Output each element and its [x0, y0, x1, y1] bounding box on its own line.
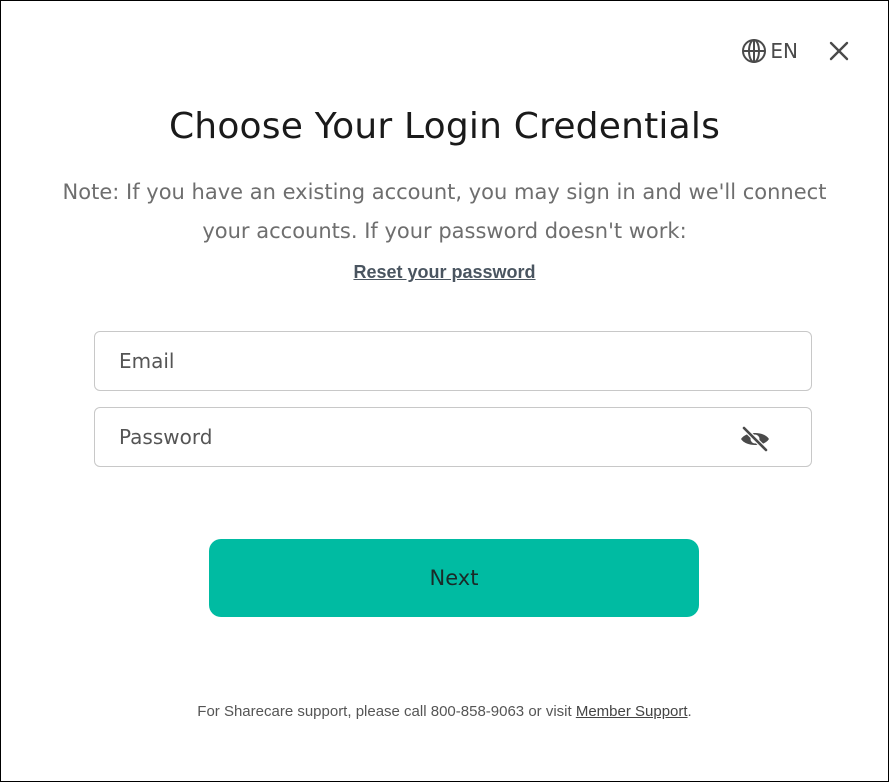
globe-icon	[741, 38, 767, 64]
support-text: For Sharecare support, please call 800-8…	[197, 703, 576, 720]
login-credentials-dialog: EN Choose Your Login Credentials Note: I…	[0, 0, 889, 782]
member-support-link[interactable]: Member Support	[576, 703, 688, 720]
reset-password-link[interactable]: Reset your password	[353, 262, 535, 282]
dialog-header-controls: EN	[741, 38, 850, 64]
support-text-end: .	[687, 703, 692, 720]
email-field[interactable]	[95, 332, 811, 390]
language-selector[interactable]: EN	[741, 38, 798, 64]
password-field[interactable]	[95, 408, 811, 466]
reset-password-row: Reset your password	[1, 259, 888, 285]
page-title: Choose Your Login Credentials	[168, 106, 721, 147]
close-icon[interactable]	[828, 40, 850, 62]
support-footer: For Sharecare support, please call 800-8…	[1, 701, 888, 723]
email-field-container	[94, 331, 812, 391]
next-button[interactable]: Next	[209, 539, 699, 617]
eye-slash-icon[interactable]	[739, 426, 771, 452]
language-label: EN	[770, 39, 798, 63]
account-note: Note: If you have an existing account, y…	[62, 180, 827, 243]
password-field-container	[94, 407, 812, 467]
